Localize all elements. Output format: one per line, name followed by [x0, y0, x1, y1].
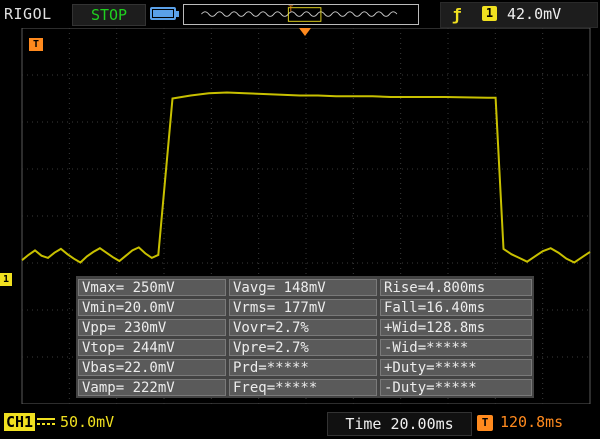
measurement-cell: Vpp= 230mV	[78, 319, 226, 336]
horizontal-position-icon: T	[477, 415, 493, 431]
trigger-level-readout: 42.0mV	[507, 5, 562, 23]
measurement-cell: +Duty=*****	[380, 359, 532, 376]
memory-waveform-preview	[201, 11, 398, 17]
measurement-cell: Prd=*****	[229, 359, 377, 376]
measurement-cell: Vamp= 222mV	[78, 379, 226, 396]
measurement-cell: Rise=4.800ms	[380, 279, 532, 296]
channel-1-scale[interactable]: 50.0mV	[60, 413, 114, 431]
measurement-cell: +Wid=128.8ms	[380, 319, 532, 336]
horizontal-position-readout[interactable]: 120.8ms	[500, 413, 563, 431]
dc-coupling-icon	[37, 418, 55, 425]
channel-1-label[interactable]: CH1	[4, 413, 36, 431]
trigger-position-marker[interactable]	[299, 28, 311, 36]
measurement-cell: Vbas=22.0mV	[78, 359, 226, 376]
measurement-cell: Vovr=2.7%	[229, 319, 377, 336]
measurement-cell: Vrms= 177mV	[229, 299, 377, 316]
measurement-cell: Vmin=20.0mV	[78, 299, 226, 316]
memory-depth-indicator: T	[183, 4, 419, 25]
svg-text:T: T	[288, 4, 293, 13]
rising-edge-icon: ƒ	[452, 5, 462, 24]
trigger-level-marker[interactable]: T	[29, 38, 43, 51]
measurement-cell: Vmax= 250mV	[78, 279, 226, 296]
channel-1-offset-marker[interactable]: 1	[0, 273, 12, 286]
measurement-cell: -Wid=*****	[380, 339, 532, 356]
measurement-cell: -Duty=*****	[380, 379, 532, 396]
measurement-cell: Vpre=2.7%	[229, 339, 377, 356]
measurement-cell: Vavg= 148mV	[229, 279, 377, 296]
run-status-badge[interactable]: STOP	[72, 4, 146, 26]
measurement-cell: Vtop= 244mV	[78, 339, 226, 356]
measurement-cell: Fall=16.40ms	[380, 299, 532, 316]
measurement-cell: Freq=*****	[229, 379, 377, 396]
brand-logo: RIGOL	[4, 5, 52, 23]
timebase-readout[interactable]: Time 20.00ms	[327, 412, 472, 436]
measurement-panel: Vmax= 250mV Vavg= 148mV Rise=4.800ms Vmin=2…	[76, 276, 534, 398]
trigger-source-badge: 1	[482, 6, 497, 21]
battery-icon	[150, 7, 179, 20]
